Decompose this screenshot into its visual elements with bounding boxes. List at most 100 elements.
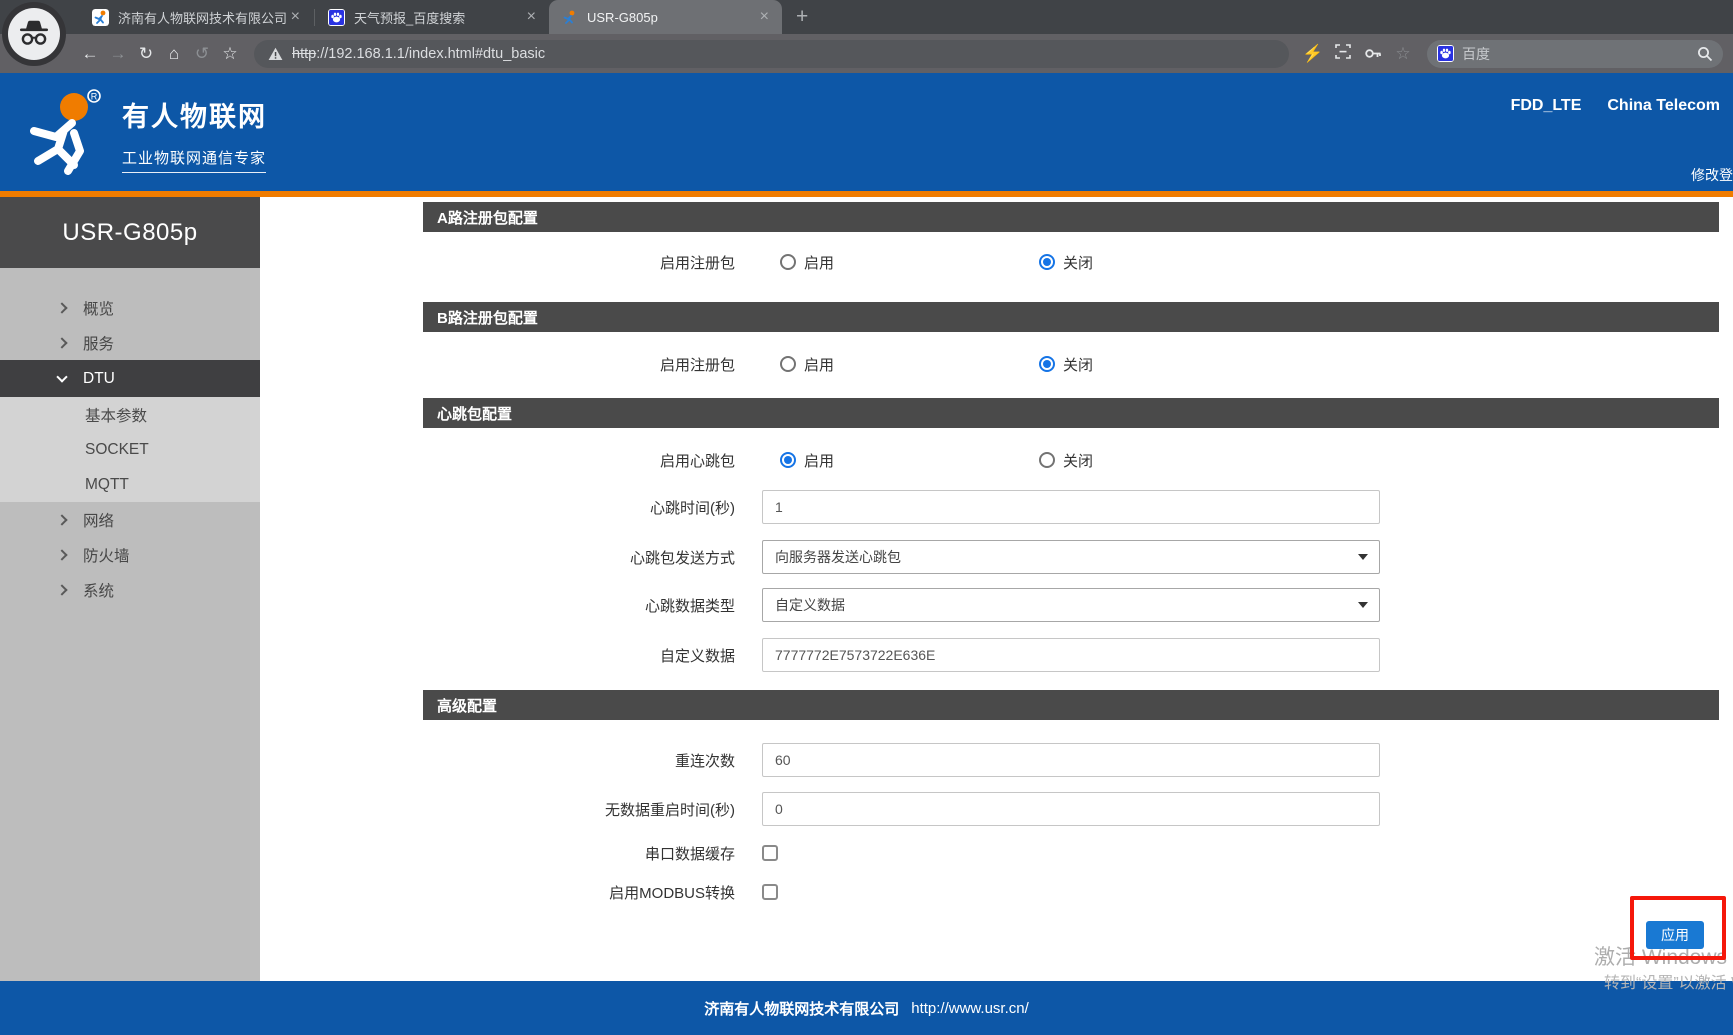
field-label: 心跳包发送方式 — [260, 547, 762, 568]
browser-tab-1[interactable]: 济南有人物联网技术有限公司 2.0 × — [80, 0, 313, 34]
radio-reg-b-off[interactable] — [1039, 356, 1055, 372]
field-label: 自定义数据 — [260, 645, 762, 666]
radio-reg-a-off[interactable] — [1039, 254, 1055, 270]
tab-close-icon[interactable]: × — [524, 9, 539, 25]
sidebar-item-socket[interactable]: SOCKET — [0, 432, 260, 467]
home-icon[interactable]: ⌂ — [160, 44, 188, 64]
sidebar-item-firewall[interactable]: 防火墙 — [0, 537, 260, 572]
back-icon[interactable]: ← — [76, 44, 104, 64]
section-header-reg-a: A路注册包配置 — [423, 202, 1719, 232]
new-tab-button[interactable]: + — [796, 4, 808, 30]
chevron-down-icon — [56, 371, 67, 382]
radio-reg-b-on[interactable] — [780, 356, 796, 372]
url-text: ://192.168.1.1/index.html#dtu_basic — [316, 46, 545, 62]
sidebar-item-dtu[interactable]: DTU — [0, 360, 260, 397]
browser-toolbar: ← → ↻ ⌂ ↺ ☆ http://192.168.1.1/index.htm… — [0, 34, 1733, 73]
browser-tab-2[interactable]: 天气预报_百度搜索 × — [316, 0, 549, 34]
radio-heartbeat-off[interactable] — [1039, 452, 1055, 468]
network-mode: FDD_LTE — [1511, 97, 1582, 114]
device-name: USR-G805p — [0, 197, 260, 268]
no-data-restart-input[interactable] — [762, 792, 1380, 826]
field-label: 重连次数 — [260, 750, 762, 771]
not-secure-warning-icon — [268, 47, 283, 61]
main-content: A路注册包配置 启用注册包 启用 关闭 B路注册包配置 启用注册包 启用 关闭 … — [260, 197, 1733, 981]
tab-close-icon[interactable]: × — [288, 9, 303, 25]
sidebar-item-network[interactable]: 网络 — [0, 502, 260, 537]
heartbeat-mode-select[interactable]: 向服务器发送心跳包 — [762, 540, 1380, 574]
radio-reg-a-on[interactable] — [780, 254, 796, 270]
field-label: 无数据重启时间(秒) — [260, 799, 762, 820]
chevron-right-icon — [56, 584, 67, 595]
sidebar-item-system[interactable]: 系统 — [0, 572, 260, 607]
section-header-reg-b: B路注册包配置 — [423, 302, 1719, 332]
tab-title: 济南有人物联网技术有限公司 2.0 — [118, 8, 288, 27]
extension-star-icon[interactable]: ☆ — [1389, 44, 1417, 64]
sidebar-item-services[interactable]: 服务 — [0, 325, 260, 360]
footer-company: 济南有人物联网技术有限公司 — [704, 998, 899, 1019]
heartbeat-type-select[interactable]: 自定义数据 — [762, 588, 1380, 622]
side-search-box[interactable]: 百度 — [1427, 40, 1723, 68]
browser-tab-active[interactable]: USR-G805p × — [549, 0, 782, 34]
sidebar: USR-G805p 概览 服务 DTU 基本参数 SOCKET MQTT 网络 … — [0, 197, 260, 981]
dtu-submenu: 基本参数 SOCKET MQTT — [0, 397, 260, 502]
chevron-right-icon — [56, 514, 67, 525]
red-annotation-box — [1630, 896, 1726, 960]
incognito-icon — [8, 8, 60, 60]
history-icon[interactable]: ↺ — [188, 44, 216, 64]
incognito-badge — [2, 2, 66, 66]
serial-cache-checkbox[interactable] — [762, 845, 778, 861]
tab-title: USR-G805p — [587, 10, 757, 25]
sidebar-item-overview[interactable]: 概览 — [0, 290, 260, 325]
search-magnifier-icon[interactable] — [1697, 46, 1713, 62]
footer-url[interactable]: http://www.usr.cn/ — [911, 1000, 1029, 1017]
usr-favicon-icon — [561, 9, 578, 26]
baidu-search-icon — [1437, 45, 1454, 62]
select-arrow-icon — [1358, 554, 1368, 560]
network-status: FDD_LTE China Telecom — [1511, 97, 1720, 115]
field-label: 启用注册包 — [260, 252, 762, 273]
svg-text:R: R — [91, 92, 98, 102]
sidebar-item-mqtt[interactable]: MQTT — [0, 467, 260, 502]
tab-title: 天气预报_百度搜索 — [354, 8, 524, 27]
field-label: 心跳时间(秒) — [260, 497, 762, 518]
field-label: 串口数据缓存 — [260, 843, 762, 864]
field-label: 启用注册包 — [260, 354, 762, 375]
modify-login-link[interactable]: 修改登录 — [1691, 165, 1733, 185]
select-arrow-icon — [1358, 602, 1368, 608]
bookmark-star-icon[interactable]: ☆ — [216, 44, 244, 64]
tab-close-icon[interactable]: × — [757, 9, 772, 25]
field-label: 启用心跳包 — [260, 450, 762, 471]
custom-data-input[interactable] — [762, 638, 1380, 672]
field-label: 心跳数据类型 — [260, 595, 762, 616]
forward-icon[interactable]: → — [104, 44, 132, 64]
brand-slogan: 工业物联网通信专家 — [122, 147, 266, 173]
usr-favicon-icon — [92, 9, 109, 26]
section-header-advanced: 高级配置 — [423, 690, 1719, 720]
baidu-favicon-icon — [328, 9, 345, 26]
tab-separator — [314, 9, 315, 26]
windows-activation-watermark-line2: 转到“设置”以激活 Windows。 — [1604, 969, 1733, 993]
search-engine-label: 百度 — [1462, 44, 1697, 64]
chevron-right-icon — [56, 337, 67, 348]
heartbeat-time-input[interactable] — [762, 490, 1380, 524]
url-scheme: http — [292, 46, 316, 62]
section-header-heartbeat: 心跳包配置 — [423, 398, 1719, 428]
address-bar[interactable]: http://192.168.1.1/index.html#dtu_basic — [254, 40, 1289, 68]
reconnect-count-input[interactable] — [762, 743, 1380, 777]
chevron-right-icon — [56, 549, 67, 560]
usr-logo-icon: R — [22, 89, 110, 180]
browser-tab-bar: 济南有人物联网技术有限公司 2.0 × 天气预报_百度搜索 × USR-G805… — [0, 0, 1733, 34]
screenshot-extension-icon[interactable] — [1329, 44, 1357, 64]
field-label: 启用MODBUS转换 — [260, 882, 762, 903]
password-key-icon[interactable] — [1359, 44, 1387, 64]
lightning-extension-icon[interactable]: ⚡ — [1299, 44, 1327, 64]
radio-heartbeat-on[interactable] — [780, 452, 796, 468]
carrier-name: China Telecom — [1607, 97, 1720, 114]
site-header: R 有人物联网 工业物联网通信专家 FDD_LTE China Telecom 修… — [0, 73, 1733, 191]
sidebar-item-basic-params[interactable]: 基本参数 — [0, 397, 260, 432]
page-footer: 济南有人物联网技术有限公司 http://www.usr.cn/ — [0, 981, 1733, 1035]
modbus-checkbox[interactable] — [762, 884, 778, 900]
reload-icon[interactable]: ↻ — [132, 44, 160, 64]
chevron-right-icon — [56, 302, 67, 313]
brand-title: 有人物联网 — [122, 95, 267, 134]
